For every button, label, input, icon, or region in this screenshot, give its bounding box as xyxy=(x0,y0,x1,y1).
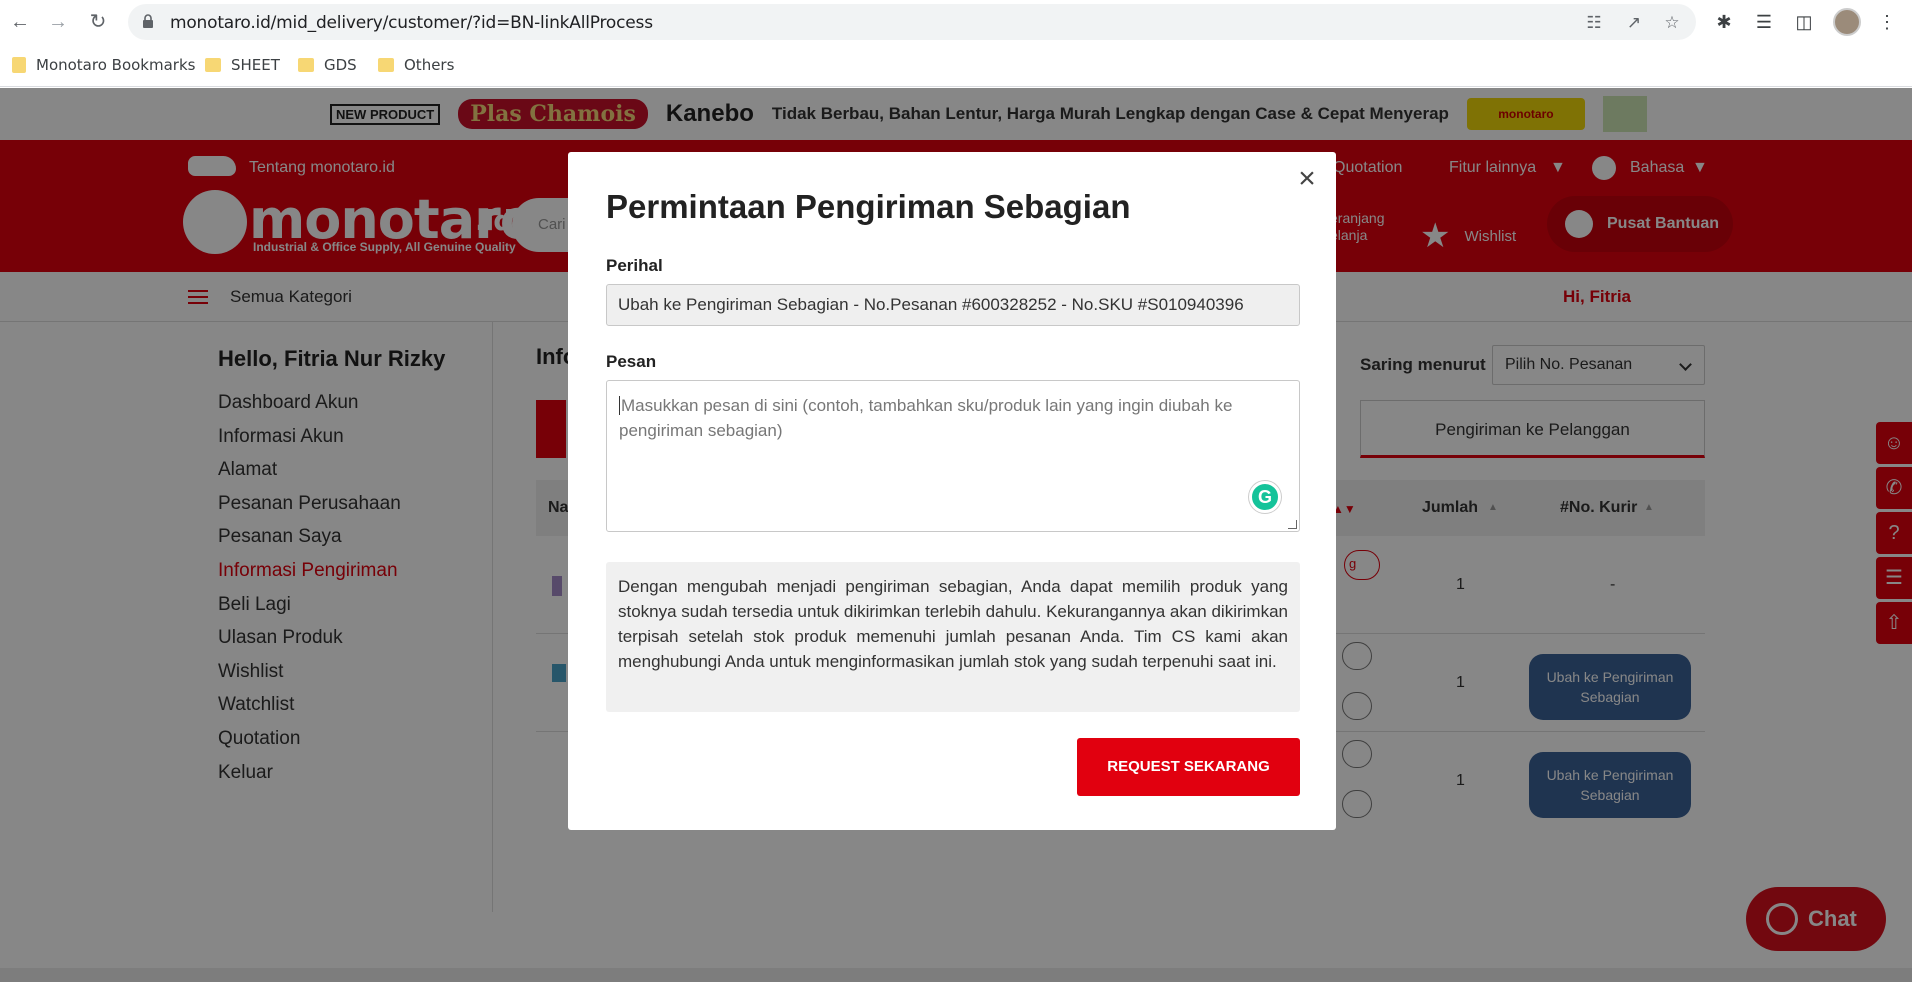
reload-icon[interactable]: ↻ xyxy=(86,10,110,34)
bookmark-label: GDS xyxy=(324,56,357,74)
info-box: Dengan mengubah menjadi pengiriman sebag… xyxy=(606,562,1300,712)
partial-shipment-modal: × Permintaan Pengiriman Sebagian Perihal… xyxy=(568,152,1336,830)
address-bar[interactable]: monotaro.id/mid_delivery/customer/?id=BN… xyxy=(128,4,1696,40)
message-label: Pesan xyxy=(606,352,657,371)
back-icon[interactable]: ← xyxy=(8,10,32,34)
media-icon[interactable]: ☰ xyxy=(1753,11,1775,33)
bookmark-monotaro[interactable]: Monotaro Bookmarks xyxy=(12,56,195,74)
request-now-button[interactable]: REQUEST SEKARANG xyxy=(1077,738,1300,796)
sidepanel-icon[interactable]: ◫ xyxy=(1793,11,1815,33)
grammarly-icon[interactable]: G xyxy=(1249,481,1281,513)
bookmark-label: Monotaro Bookmarks xyxy=(36,56,196,74)
translate-icon[interactable]: ☷ xyxy=(1584,13,1604,33)
star-icon[interactable]: ☆ xyxy=(1662,13,1682,33)
lock-icon xyxy=(143,14,153,28)
subject-field[interactable]: Ubah ke Pengiriman Sebagian - No.Pesanan… xyxy=(606,284,1300,326)
bookmarks-bar: Monotaro Bookmarks SHEET GDS Others xyxy=(0,44,1912,87)
bookmark-others[interactable]: Others xyxy=(378,56,454,74)
forward-icon[interactable]: → xyxy=(46,10,70,34)
folder-icon xyxy=(298,58,314,72)
message-placeholder: Masukkan pesan di sini (contoh, tambahka… xyxy=(619,396,1233,440)
resize-handle[interactable] xyxy=(1288,520,1297,529)
extensions-icon[interactable]: ✱ xyxy=(1713,11,1735,33)
menu-icon[interactable]: ⋮ xyxy=(1876,11,1898,33)
message-textarea[interactable]: Masukkan pesan di sini (contoh, tambahka… xyxy=(606,380,1300,532)
modal-title: Permintaan Pengiriman Sebagian xyxy=(606,188,1131,225)
bookmark-page-icon xyxy=(12,57,26,73)
browser-toolbar: ← → ↻ monotaro.id/mid_delivery/customer/… xyxy=(0,0,1912,44)
profile-avatar[interactable] xyxy=(1833,8,1861,36)
bookmark-sheet[interactable]: SHEET xyxy=(205,56,280,74)
share-icon[interactable]: ↗ xyxy=(1624,13,1644,33)
folder-icon xyxy=(378,58,394,72)
subject-label: Perihal xyxy=(606,256,663,275)
close-icon[interactable]: × xyxy=(1294,164,1320,194)
bookmark-label: SHEET xyxy=(231,56,280,74)
url-text[interactable]: monotaro.id/mid_delivery/customer/?id=BN… xyxy=(170,13,653,33)
folder-icon xyxy=(205,58,221,72)
bookmark-label: Others xyxy=(404,56,455,74)
bookmark-gds[interactable]: GDS xyxy=(298,56,357,74)
